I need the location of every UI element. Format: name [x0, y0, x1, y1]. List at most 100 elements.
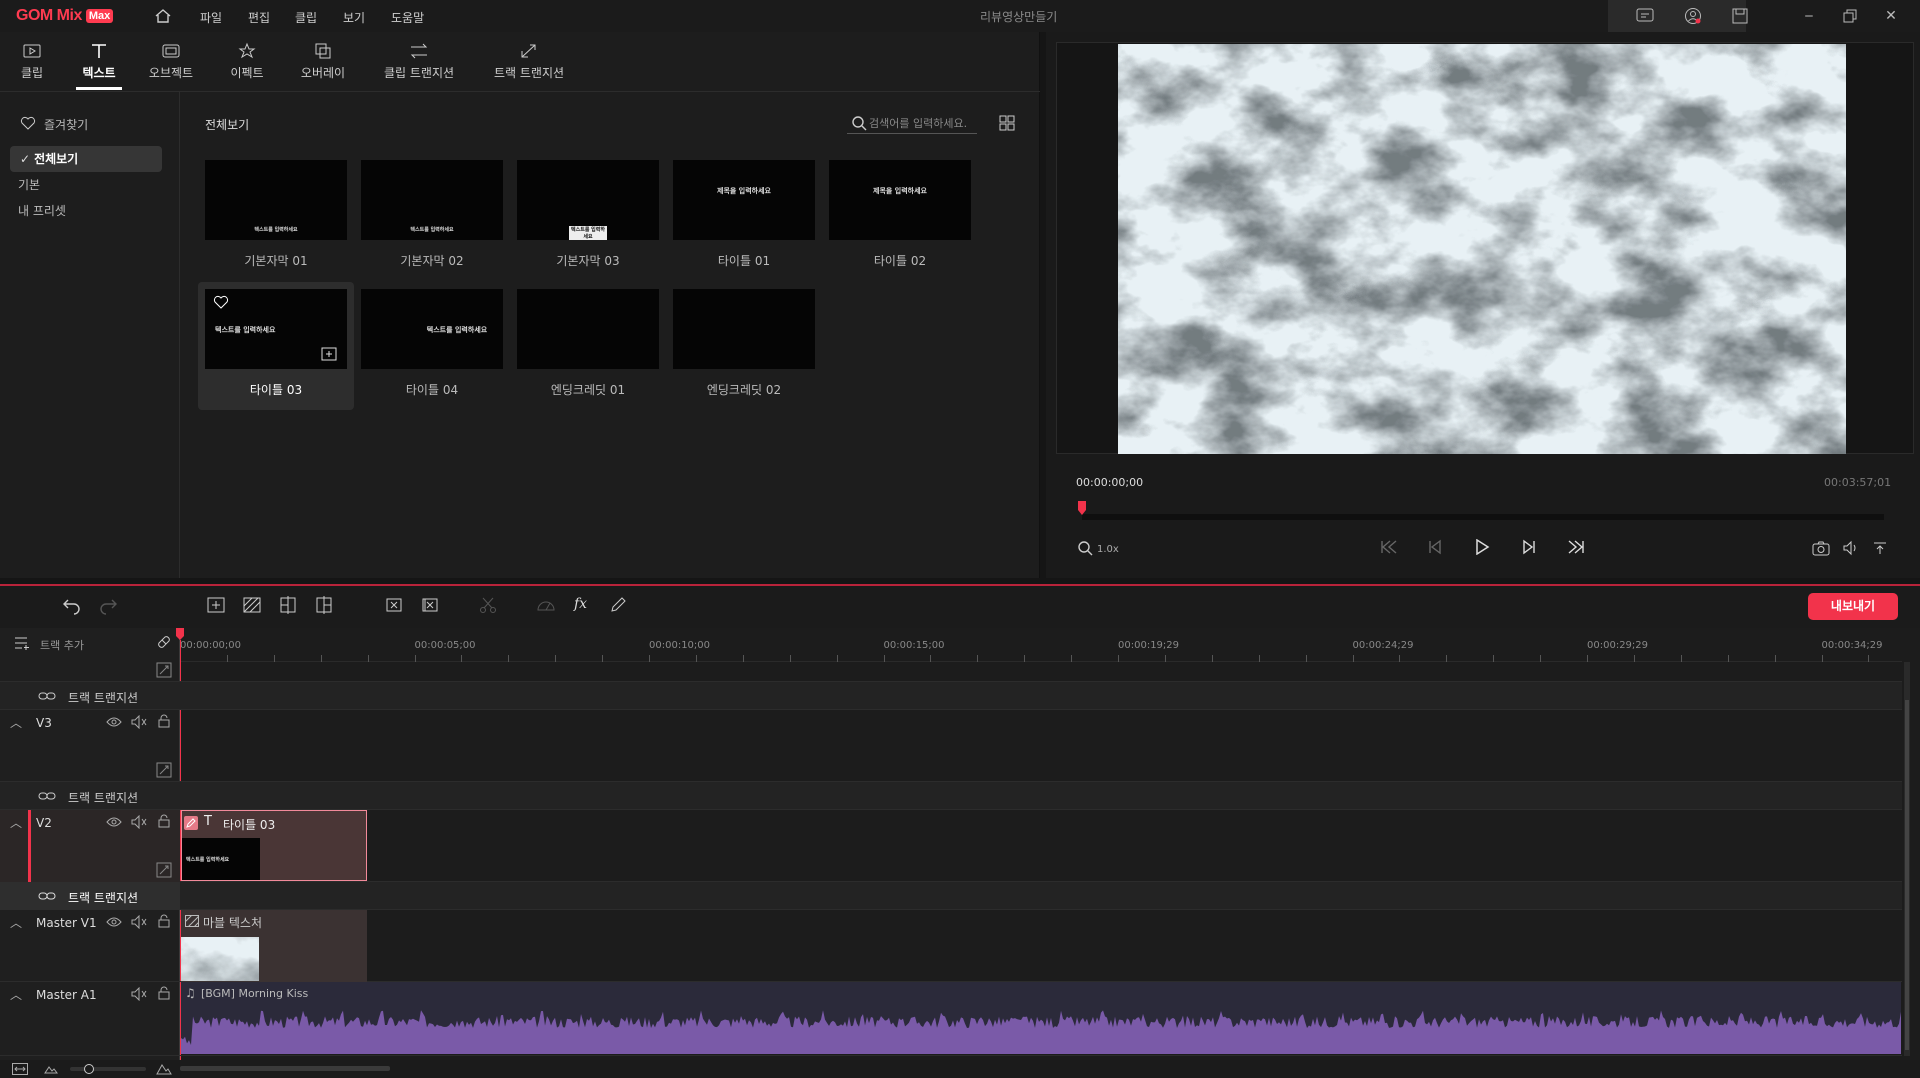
- speaker-icon[interactable]: [131, 815, 147, 829]
- search-input[interactable]: 검색어를 입력하세요.: [847, 112, 977, 134]
- account-icon[interactable]: [1684, 7, 1702, 25]
- close-icon[interactable]: ✕: [1882, 7, 1900, 25]
- zoom-icon[interactable]: [1077, 540, 1093, 556]
- lock-icon[interactable]: [158, 714, 170, 728]
- category-basic[interactable]: 기본: [8, 172, 160, 198]
- lock-icon[interactable]: [158, 814, 170, 828]
- preview-video[interactable]: [1118, 44, 1846, 454]
- speaker-icon[interactable]: [131, 987, 147, 1001]
- favorite-heart-icon[interactable]: [213, 295, 229, 309]
- category-my-presets[interactable]: 내 프리셋: [8, 198, 160, 224]
- tab-object[interactable]: 오브젝트: [146, 32, 196, 90]
- preset-card[interactable]: 텍스트를 입력하세요 기본자막 02: [361, 160, 503, 269]
- preset-card[interactable]: 제목을 입력하세요 타이틀 02: [829, 160, 971, 269]
- vertical-scroll-thumb[interactable]: [1905, 700, 1909, 1050]
- seek-bar[interactable]: [1082, 514, 1884, 520]
- restore-icon[interactable]: [1843, 9, 1857, 23]
- skip-start-icon[interactable]: [1380, 539, 1400, 555]
- playhead-marker[interactable]: [1077, 500, 1087, 516]
- ruler-tick: [1071, 655, 1073, 662]
- eye-icon[interactable]: [106, 916, 122, 928]
- tab-overlay[interactable]: 오버레이: [298, 32, 348, 90]
- fit-width-icon[interactable]: [12, 1063, 28, 1075]
- tab-clip[interactable]: 클립: [16, 32, 48, 90]
- preset-card[interactable]: 엔딩크레딧 02: [673, 289, 815, 398]
- speaker-icon[interactable]: [131, 915, 147, 929]
- timeline-clip-text[interactable]: T 타이틀 03 텍스트를 입력하세요: [181, 810, 367, 881]
- collapse-icon[interactable]: ︿: [10, 914, 22, 931]
- prev-frame-icon[interactable]: [1428, 539, 1444, 555]
- tab-effect[interactable]: 이펙트: [228, 32, 266, 90]
- skip-end-icon[interactable]: [1565, 539, 1585, 555]
- menu-file[interactable]: 파일: [200, 9, 222, 26]
- split-right-icon[interactable]: [314, 595, 334, 615]
- menu-clip[interactable]: 클립: [295, 9, 317, 26]
- preset-card[interactable]: 텍스트를 입력하세요 기본자막 01: [205, 160, 347, 269]
- favorites-label[interactable]: 즐겨찾기: [44, 116, 88, 133]
- timeline-clip-texture[interactable]: 마블 텍스처: [181, 910, 367, 982]
- track-transition-edit-icon[interactable]: [156, 862, 172, 878]
- delete-gap-icon[interactable]: [420, 595, 440, 615]
- eye-icon[interactable]: [106, 816, 122, 828]
- magnet-icon[interactable]: [156, 634, 172, 650]
- collapse-icon[interactable]: ︿: [10, 714, 22, 731]
- horizontal-scroll-thumb[interactable]: [180, 1066, 390, 1071]
- preset-card[interactable]: 제목을 입력하세요 타이틀 01: [673, 160, 815, 269]
- split-left-icon[interactable]: [278, 595, 298, 615]
- tab-clip-transition[interactable]: 클립 트랜지션: [380, 32, 458, 90]
- speed-icon[interactable]: [536, 595, 556, 615]
- track-transition-edit-icon[interactable]: [156, 762, 172, 778]
- lock-icon[interactable]: [158, 986, 170, 1000]
- timeline-playhead[interactable]: [176, 628, 184, 640]
- snapshot-icon[interactable]: [1812, 540, 1830, 556]
- export-button[interactable]: 내보내기: [1808, 593, 1898, 620]
- home-icon[interactable]: [154, 7, 172, 25]
- delete-clip-icon[interactable]: [384, 595, 404, 615]
- next-frame-icon[interactable]: [1520, 539, 1536, 555]
- speaker-icon[interactable]: [131, 715, 147, 729]
- category-all[interactable]: ✓ 전체보기: [10, 146, 162, 172]
- detach-icon[interactable]: [1872, 540, 1888, 556]
- track-transition-row[interactable]: [0, 882, 1902, 910]
- redo-icon[interactable]: [98, 595, 118, 615]
- collapse-icon[interactable]: ︿: [10, 814, 22, 831]
- timeline-clip-audio[interactable]: ♫ [BGM] Morning Kiss: [181, 982, 1901, 1054]
- zoom-in-mountain-icon[interactable]: [156, 1063, 172, 1075]
- add-clip-icon[interactable]: [206, 595, 226, 615]
- texture-icon: [185, 915, 199, 927]
- preset-card[interactable]: 텍스트를 입력하세요 기본자막 03: [517, 160, 659, 269]
- menu-view[interactable]: 보기: [343, 9, 365, 26]
- add-to-timeline-icon[interactable]: [321, 347, 337, 361]
- tab-text[interactable]: 텍스트: [76, 32, 122, 90]
- subtitle-icon[interactable]: [1636, 8, 1654, 24]
- preset-card-selected[interactable]: 텍스트를 입력하세요 타이틀 03: [198, 282, 354, 410]
- cut-icon[interactable]: [478, 595, 498, 615]
- play-icon[interactable]: [1474, 539, 1490, 555]
- preset-card[interactable]: 텍스트를 입력하세요 타이틀 04: [361, 289, 503, 398]
- add-track-label[interactable]: 트랙 추가: [40, 637, 84, 653]
- volume-icon[interactable]: [1842, 540, 1860, 556]
- zoom-out-mountain-icon[interactable]: [44, 1064, 58, 1074]
- track-transition-row[interactable]: [0, 782, 1902, 810]
- grid-view-icon[interactable]: [999, 115, 1015, 131]
- undo-icon[interactable]: [62, 595, 82, 615]
- track-transition-edit-icon[interactable]: [156, 662, 172, 678]
- clip-edit-icon[interactable]: [184, 816, 198, 830]
- eye-icon[interactable]: [106, 716, 122, 728]
- menu-help[interactable]: 도움말: [391, 9, 424, 26]
- save-icon[interactable]: [1732, 8, 1748, 24]
- preset-card[interactable]: 엔딩크레딧 01: [517, 289, 659, 398]
- lock-icon[interactable]: [158, 914, 170, 928]
- minimize-icon[interactable]: ‒: [1800, 7, 1818, 25]
- tab-track-transition[interactable]: 트랙 트랜지션: [490, 32, 568, 90]
- zoom-slider[interactable]: [70, 1067, 146, 1071]
- collapse-icon[interactable]: ︿: [10, 986, 22, 1003]
- menu-edit[interactable]: 편집: [248, 9, 270, 26]
- zoom-slider-thumb[interactable]: [84, 1064, 94, 1074]
- track-header-v2-selected[interactable]: [0, 810, 180, 882]
- texture-icon[interactable]: [242, 595, 262, 615]
- edit-pen-icon[interactable]: [608, 595, 628, 615]
- add-track-icon[interactable]: [14, 636, 30, 650]
- track-transition-row[interactable]: [0, 682, 1902, 710]
- fx-icon[interactable]: fx: [574, 596, 587, 612]
